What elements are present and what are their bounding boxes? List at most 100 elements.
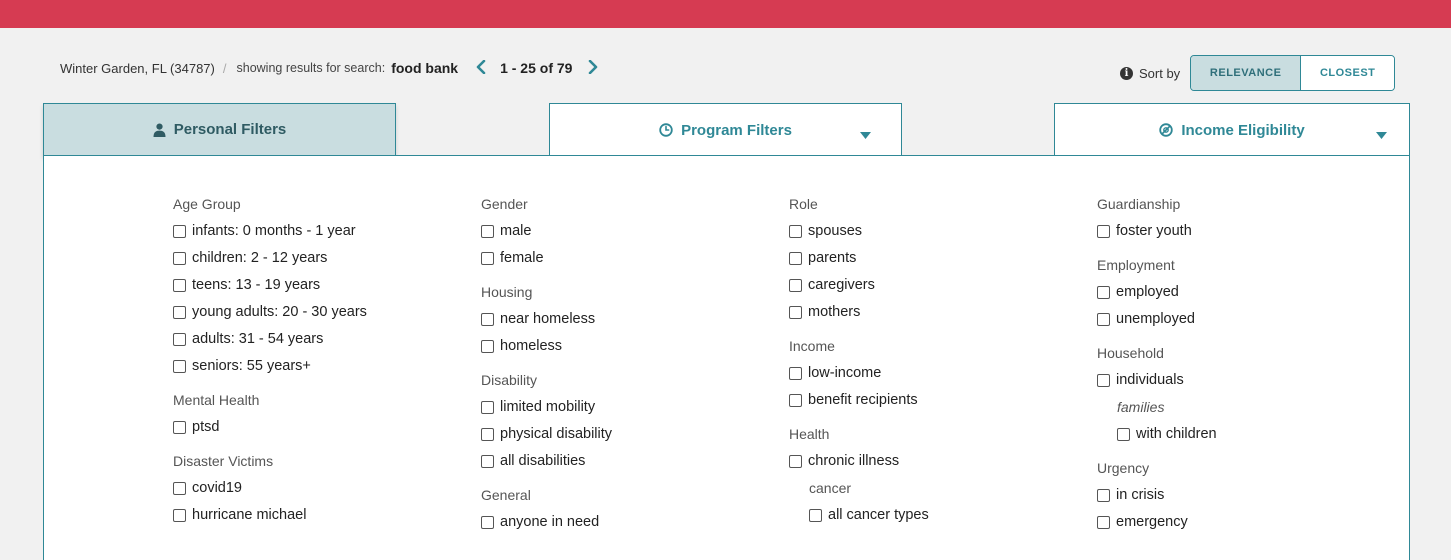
checkbox-option[interactable]: individuals [1097, 370, 1397, 390]
checkbox-option[interactable]: unemployed [1097, 309, 1397, 329]
option-label: benefit recipients [808, 392, 918, 408]
tab-program-filters[interactable]: Program Filters [549, 103, 902, 156]
sort-closest-button[interactable]: CLOSEST [1301, 56, 1395, 90]
checkbox[interactable] [789, 454, 802, 468]
results-bar: Winter Garden, FL (34787) / showing resu… [60, 58, 598, 78]
checkbox-option[interactable]: all disabilities [481, 451, 781, 471]
checkbox-option[interactable]: benefit recipients [789, 390, 1089, 410]
checkbox-option[interactable]: emergency [1097, 512, 1397, 532]
checkbox-option[interactable]: in crisis [1097, 485, 1397, 505]
checkbox-option[interactable]: adults: 31 - 54 years [173, 329, 473, 349]
checkbox[interactable] [173, 224, 186, 238]
checkbox[interactable] [481, 427, 494, 441]
sort-control: i Sort by RELEVANCE CLOSEST [1120, 55, 1396, 91]
checkbox-option[interactable]: infants: 0 months - 1 year [173, 221, 473, 241]
filter-group-housing: Housing near homeless homeless [481, 282, 781, 356]
option-label: individuals [1116, 372, 1184, 388]
checkbox[interactable] [173, 481, 186, 495]
checkbox[interactable] [809, 508, 822, 522]
group-title: Mental Health [173, 392, 260, 408]
filter-group-mental-health: Mental Health ptsd [173, 390, 473, 437]
option-label: teens: 13 - 19 years [192, 277, 321, 293]
checkbox[interactable] [173, 508, 186, 522]
checkbox-option[interactable]: foster youth [1097, 221, 1397, 241]
option-label: female [500, 250, 544, 266]
checkbox[interactable] [481, 224, 494, 238]
tab-personal-filters[interactable]: Personal Filters [43, 103, 396, 156]
checkbox[interactable] [1097, 515, 1110, 529]
checkbox-option[interactable]: children: 2 - 12 years [173, 248, 473, 268]
filter-group-age: Age Group infants: 0 months - 1 year chi… [173, 194, 473, 376]
checkbox[interactable] [1117, 427, 1130, 441]
checkbox[interactable] [173, 359, 186, 373]
checkbox-option[interactable]: employed [1097, 282, 1397, 302]
checkbox-option[interactable]: spouses [789, 221, 1089, 241]
checkbox[interactable] [789, 305, 802, 319]
checkbox-option[interactable]: all cancer types [809, 505, 1089, 525]
checkbox[interactable] [1097, 224, 1110, 238]
checkbox[interactable] [481, 312, 494, 326]
checkbox-option[interactable]: young adults: 20 - 30 years [173, 302, 473, 322]
checkbox[interactable] [173, 251, 186, 265]
option-label: with children [1136, 426, 1217, 442]
checkbox[interactable] [789, 224, 802, 238]
checkbox-option[interactable]: homeless [481, 336, 781, 356]
option-label: ptsd [192, 419, 220, 435]
checkbox[interactable] [173, 305, 186, 319]
filter-group-gender: Gender male female [481, 194, 781, 268]
checkbox[interactable] [481, 251, 494, 265]
checkbox-option[interactable]: physical disability [481, 424, 781, 444]
checkbox-option[interactable]: hurricane michael [173, 505, 473, 525]
checkbox[interactable] [1097, 312, 1110, 326]
checkbox[interactable] [481, 400, 494, 414]
checkbox-option[interactable]: male [481, 221, 781, 241]
checkbox-option[interactable]: covid19 [173, 478, 473, 498]
sort-relevance-button[interactable]: RELEVANCE [1191, 56, 1302, 90]
checkbox[interactable] [481, 515, 494, 529]
option-label: spouses [808, 223, 863, 239]
checkbox-option[interactable]: teens: 13 - 19 years [173, 275, 473, 295]
option-label: employed [1116, 284, 1179, 300]
tab-income-eligibility[interactable]: Income Eligibility [1054, 103, 1410, 156]
checkbox[interactable] [789, 278, 802, 292]
option-label: unemployed [1116, 311, 1195, 327]
checkbox-option[interactable]: ptsd [173, 417, 473, 437]
checkbox[interactable] [173, 420, 186, 434]
checkbox[interactable] [789, 393, 802, 407]
checkbox[interactable] [481, 454, 494, 468]
checkbox-option[interactable]: mothers [789, 302, 1089, 322]
checkbox[interactable] [173, 278, 186, 292]
checkbox[interactable] [1097, 488, 1110, 502]
caret-down-icon [860, 126, 871, 143]
option-label: adults: 31 - 54 years [192, 331, 324, 347]
clock-icon [659, 123, 673, 137]
checkbox[interactable] [1097, 285, 1110, 299]
checkbox-option[interactable]: with children [1117, 424, 1397, 444]
checkbox[interactable] [481, 339, 494, 353]
next-page-icon[interactable] [588, 59, 598, 77]
search-query: food bank [391, 60, 459, 76]
checkbox-option[interactable]: anyone in need [481, 512, 781, 532]
checkbox-option[interactable]: limited mobility [481, 397, 781, 417]
checkbox[interactable] [789, 366, 802, 380]
checkbox[interactable] [1097, 373, 1110, 387]
option-label: seniors: 55 years+ [192, 358, 311, 374]
group-title: Health [789, 426, 830, 442]
group-title: Guardianship [1097, 196, 1181, 212]
option-label: caregivers [808, 277, 875, 293]
option-label: covid19 [192, 480, 242, 496]
checkbox-option[interactable]: near homeless [481, 309, 781, 329]
checkbox-option[interactable]: chronic illness [789, 451, 1089, 471]
checkbox-option[interactable]: seniors: 55 years+ [173, 356, 473, 376]
info-icon[interactable]: i [1120, 66, 1133, 80]
checkbox[interactable] [789, 251, 802, 265]
checkbox-option[interactable]: caregivers [789, 275, 1089, 295]
checkbox-option[interactable]: parents [789, 248, 1089, 268]
location-text[interactable]: Winter Garden, FL (34787) [60, 61, 215, 76]
checkbox-option[interactable]: low-income [789, 363, 1089, 383]
checkbox-option[interactable]: female [481, 248, 781, 268]
previous-page-icon[interactable] [476, 59, 486, 77]
group-title: Housing [481, 284, 533, 300]
checkbox[interactable] [173, 332, 186, 346]
group-title: Age Group [173, 196, 241, 212]
